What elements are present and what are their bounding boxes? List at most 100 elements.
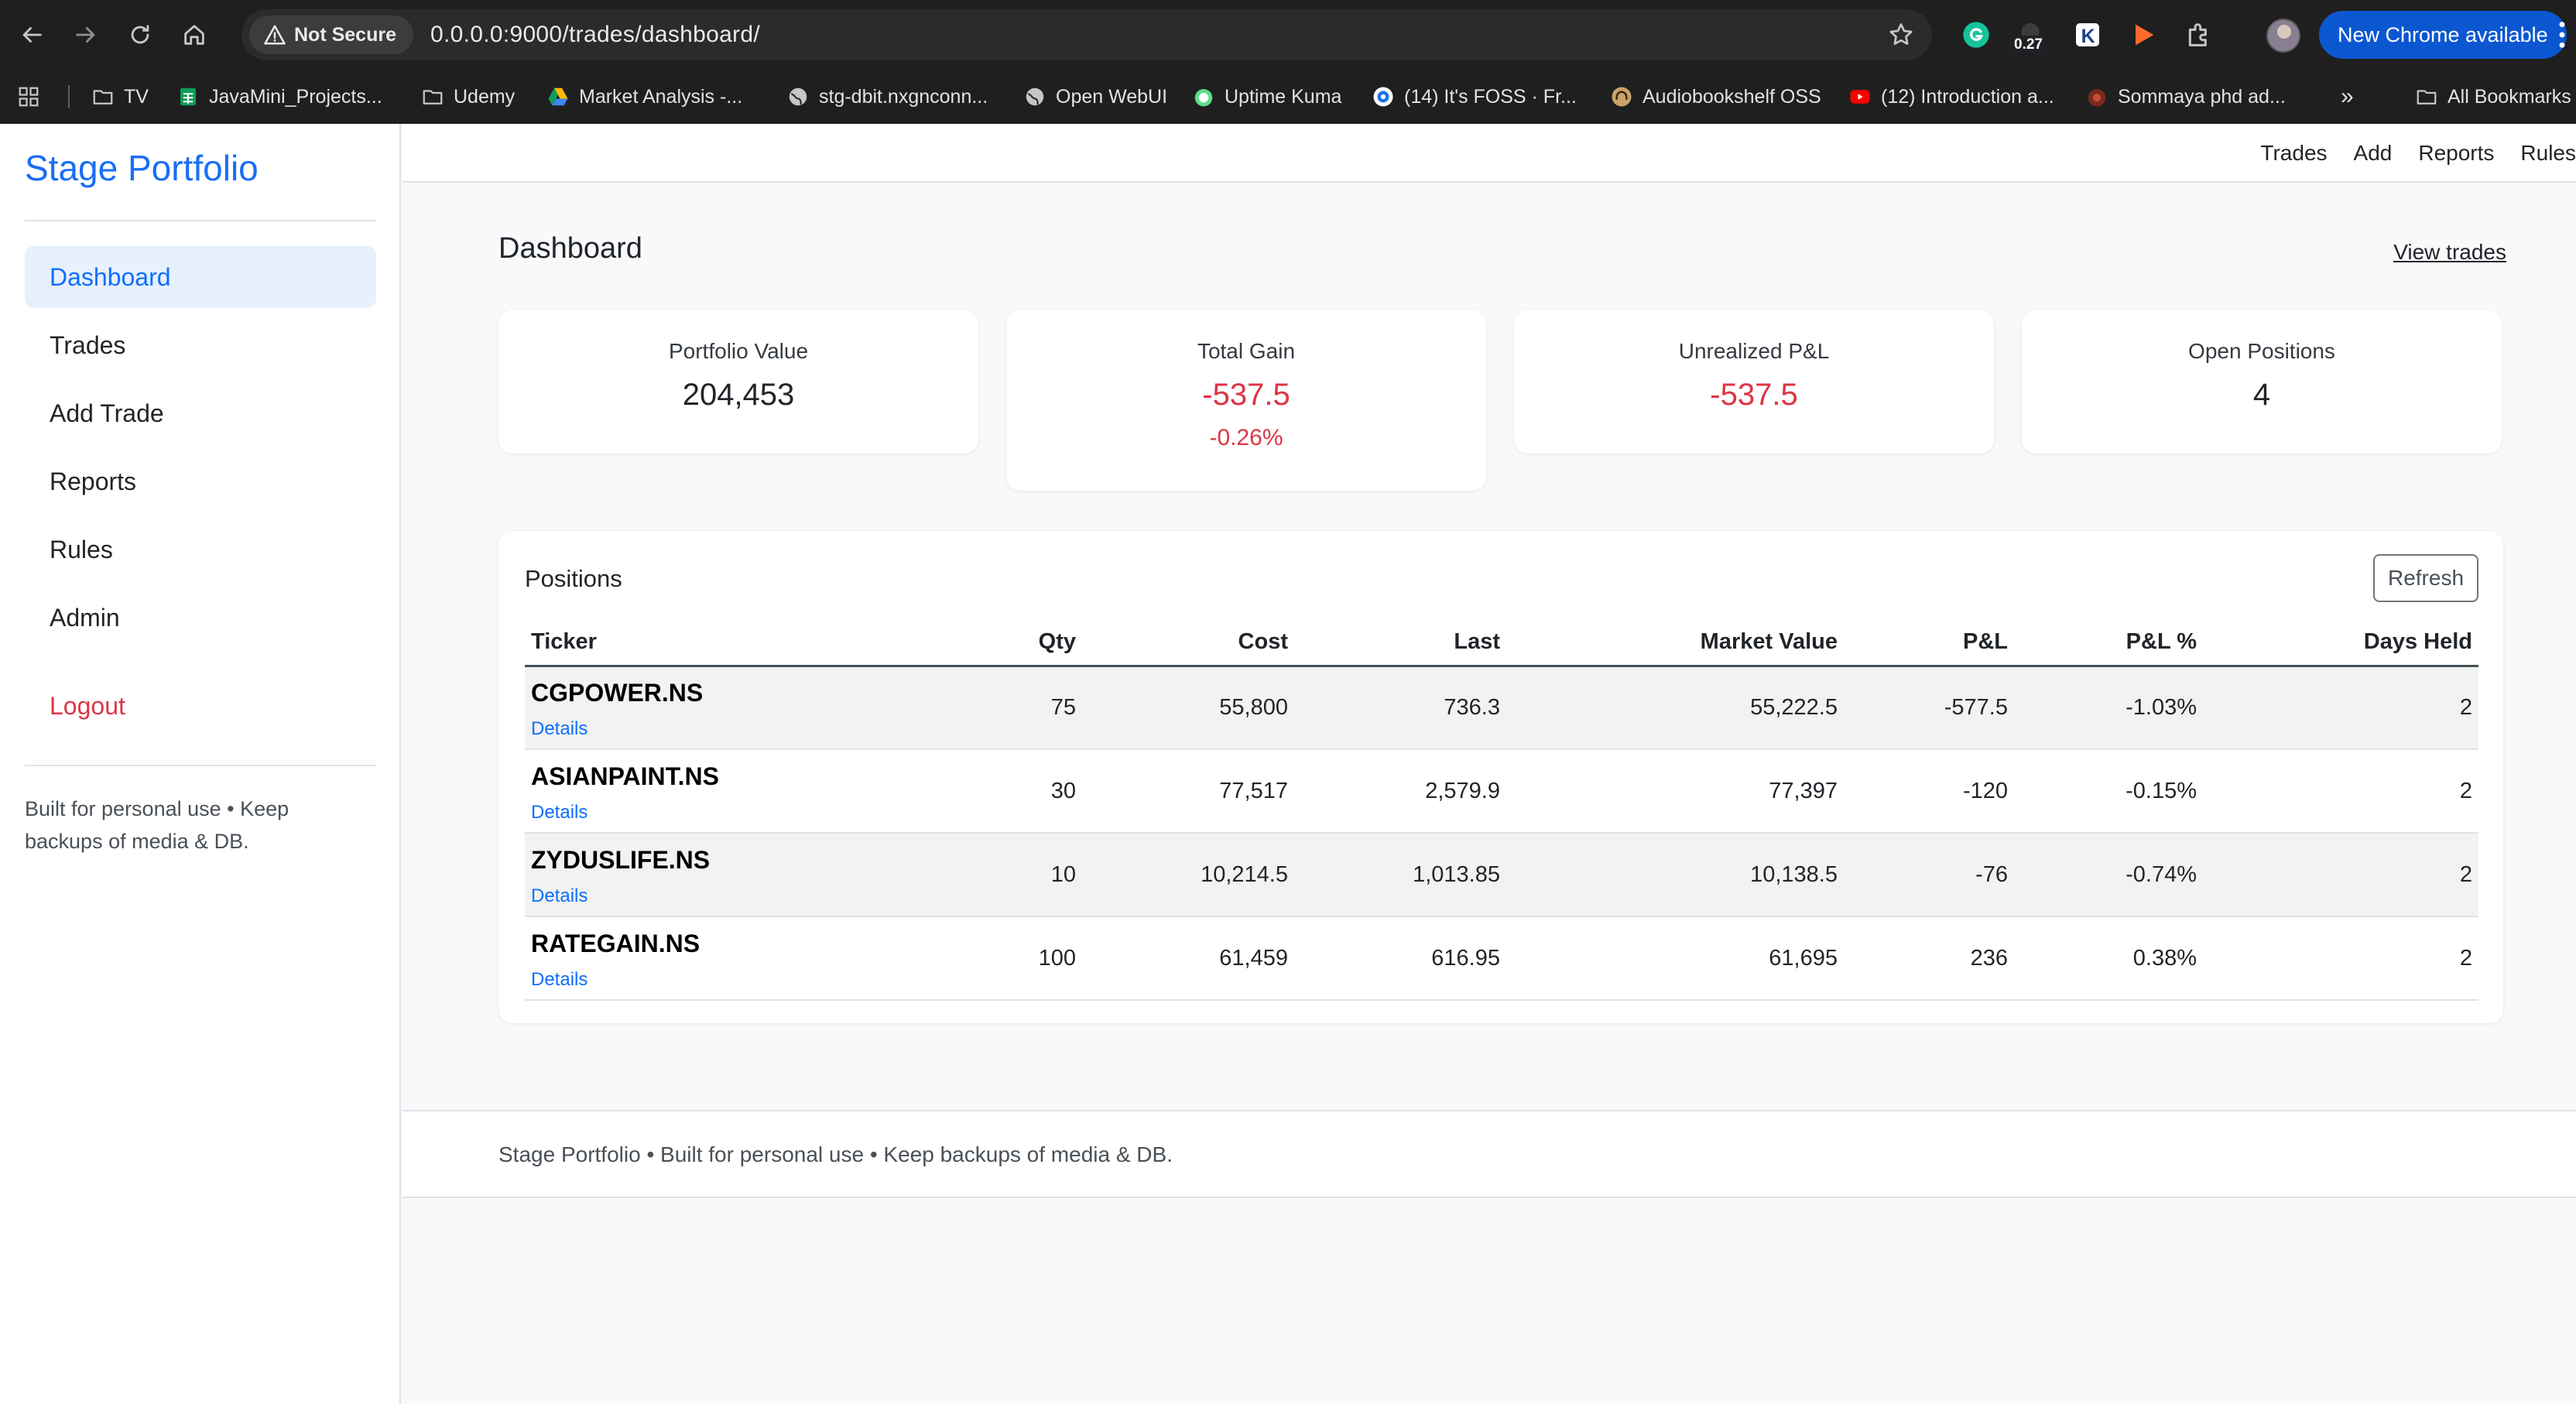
market-value-cell: 61,695: [1506, 916, 1844, 1001]
brand-title[interactable]: Stage Portfolio: [25, 147, 259, 189]
ticker-cell: CGPOWER.NS Details: [525, 666, 927, 750]
qty-cell: 30: [927, 749, 1082, 834]
card-label: Open Positions: [2188, 339, 2335, 363]
bookmark-tv[interactable]: TV: [91, 70, 149, 124]
profile-avatar[interactable]: [2266, 19, 2300, 53]
details-link[interactable]: Details: [531, 969, 921, 991]
total-gain-card: Total Gain -537.5 -0.26%: [1006, 310, 1486, 491]
extension-badge: 0.27: [2009, 36, 2047, 54]
cost-cell: 61,459: [1082, 916, 1294, 1001]
page-footer: Stage Portfolio • Built for personal use…: [402, 1110, 2576, 1198]
sidebar-item-rules[interactable]: Rules: [25, 519, 376, 580]
sidebar-item-add-trade[interactable]: Add Trade: [25, 382, 376, 444]
bookmark-its-foss[interactable]: (14) It's FOSS · Fr...: [1372, 70, 1577, 124]
topnav-add[interactable]: Add: [2354, 141, 2393, 166]
sidebar-item-dashboard[interactable]: Dashboard: [25, 246, 376, 308]
bookmarks-bar: TV JavaMini_Projects... Udemy Market Ana…: [0, 70, 2576, 124]
bookmark-label: (12) Introduction a...: [1881, 85, 2054, 108]
globe-icon: [786, 85, 810, 108]
topnav-reports[interactable]: Reports: [2418, 141, 2494, 166]
all-bookmarks[interactable]: All Bookmarks: [2415, 70, 2571, 124]
folder-icon: [421, 85, 444, 108]
play-extension[interactable]: [2126, 17, 2161, 53]
k-extension[interactable]: K: [2070, 17, 2105, 53]
bookmark-javamini[interactable]: JavaMini_Projects...: [176, 70, 382, 124]
more-options-icon[interactable]: [2559, 20, 2565, 50]
details-link[interactable]: Details: [531, 718, 921, 740]
web-page: Stage Portfolio Dashboard Trades Add Tra…: [0, 124, 2576, 1404]
bookmarks-overflow-button[interactable]: »: [2341, 70, 2354, 124]
details-link[interactable]: Details: [531, 802, 921, 824]
topnav-trades[interactable]: Trades: [2260, 141, 2327, 166]
svg-text:K: K: [2081, 26, 2095, 47]
bookmark-udemy[interactable]: Udemy: [421, 70, 515, 124]
cost-cell: 77,517: [1082, 749, 1294, 834]
security-chip[interactable]: Not Secure: [249, 15, 413, 54]
card-label: Unrealized P&L: [1678, 339, 1830, 363]
browser-toolbar: Not Secure 0.0.0.0:9000/trades/dashboard…: [0, 0, 2576, 70]
days-held-cell: 2: [2203, 749, 2478, 834]
qty-cell: 100: [927, 916, 1082, 1001]
card-label: Portfolio Value: [668, 339, 809, 363]
address-bar[interactable]: Not Secure 0.0.0.0:9000/trades/dashboard…: [242, 9, 1932, 60]
days-held-cell: 2: [2203, 666, 2478, 750]
top-navbar: Trades Add Reports Rules: [402, 124, 2576, 183]
pnl-pct-cell: -0.74%: [2014, 833, 2203, 917]
drive-icon: [546, 85, 570, 108]
bookmark-market-analysis[interactable]: Market Analysis -...: [546, 70, 742, 124]
bookmarks-separator: [68, 85, 70, 108]
logout-link[interactable]: Logout: [25, 675, 376, 737]
card-label: Total Gain: [1197, 339, 1296, 363]
pnl-cell: -120: [1844, 749, 2014, 834]
topnav-rules[interactable]: Rules: [2520, 141, 2576, 166]
bookmark-label: Uptime Kuma: [1225, 85, 1342, 108]
ticker-symbol: RATEGAIN.NS: [531, 929, 701, 957]
bookmark-audiobookshelf[interactable]: Audiobookshelf OSS: [1610, 70, 1821, 124]
view-trades-link[interactable]: View trades: [2393, 240, 2506, 265]
url-text[interactable]: 0.0.0.0:9000/trades/dashboard/: [430, 22, 760, 48]
forward-button[interactable]: [59, 0, 113, 70]
main-content: Dashboard View trades Portfolio Value 20…: [402, 183, 2576, 1404]
table-row: ZYDUSLIFE.NS Details 10 10,214.5 1,013.8…: [525, 833, 2478, 917]
extensions-button[interactable]: [2181, 17, 2217, 53]
youtube-icon: [1848, 85, 1872, 108]
sidebar-item-reports[interactable]: Reports: [25, 450, 376, 512]
pnl-pct-cell: -0.15%: [2014, 749, 2203, 834]
market-value-cell: 77,397: [1506, 749, 1844, 834]
security-label: Not Secure: [294, 23, 396, 46]
details-link[interactable]: Details: [531, 885, 921, 907]
ticker-cell: RATEGAIN.NS Details: [525, 916, 927, 1001]
bookmark-youtube[interactable]: (12) Introduction a...: [1848, 70, 2054, 124]
arrow-left-icon: [22, 27, 42, 43]
back-button[interactable]: [5, 0, 59, 70]
bookmark-label: Market Analysis -...: [579, 85, 743, 108]
reload-button[interactable]: [113, 0, 167, 70]
summary-cards: Portfolio Value 204,453 Total Gain -537.…: [498, 310, 2503, 495]
puzzle-icon: [2188, 23, 2207, 46]
sidebar-note: Built for personal use • Keep backups of…: [25, 797, 289, 853]
sidebar-item-admin[interactable]: Admin: [25, 587, 376, 649]
home-button[interactable]: [167, 0, 221, 70]
pnl-pct-cell: -1.03%: [2014, 666, 2203, 750]
grammarly-icon: [1963, 22, 1989, 48]
arrow-right-icon: [76, 27, 95, 43]
grammarly-extension[interactable]: [1958, 17, 1994, 53]
table-row: CGPOWER.NS Details 75 55,800 736.3 55,22…: [525, 666, 2478, 750]
bookmark-open-webui[interactable]: Open WebUI: [1023, 70, 1167, 124]
sidebar-item-trades[interactable]: Trades: [25, 314, 376, 376]
bookmark-stg-dbit[interactable]: stg-dbit.nxgnconn...: [786, 70, 988, 124]
new-chrome-button[interactable]: New Chrome available: [2319, 11, 2567, 59]
apps-button[interactable]: [17, 70, 40, 124]
bookmark-sommaya[interactable]: Sommaya phd ad...: [2085, 70, 2286, 124]
last-cell: 2,579.9: [1294, 749, 1506, 834]
ticker-symbol: ASIANPAINT.NS: [531, 762, 719, 790]
bookmark-star-icon[interactable]: [1887, 21, 1915, 49]
table-header-row: Ticker Qty Cost Last Market Value P&L P&…: [525, 619, 2478, 667]
reddit-icon: [2085, 85, 2108, 108]
reload-icon: [131, 25, 149, 44]
pnl-cell: -76: [1844, 833, 2014, 917]
ticker-cell: ZYDUSLIFE.NS Details: [525, 833, 927, 917]
refresh-button[interactable]: Refresh: [2373, 554, 2478, 602]
audiobook-icon: [1610, 85, 1633, 108]
bookmark-uptime-kuma[interactable]: Uptime Kuma: [1192, 70, 1341, 124]
